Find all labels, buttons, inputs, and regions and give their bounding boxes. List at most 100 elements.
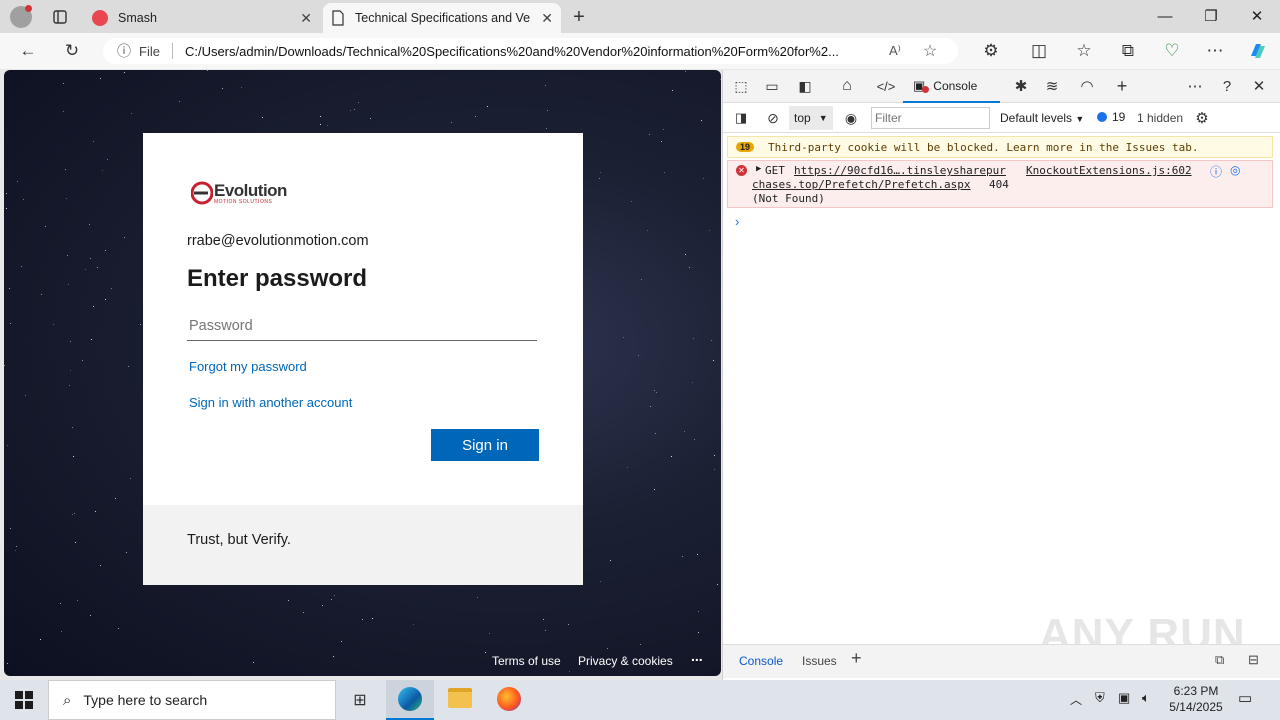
- dock-drawer-icon[interactable]: ⧉: [1215, 652, 1224, 668]
- console-filter-input[interactable]: [871, 107, 990, 129]
- collapse-drawer-icon[interactable]: ⊟: [1248, 652, 1259, 668]
- add-tool-icon[interactable]: +: [1108, 72, 1136, 100]
- restore-icon[interactable]: ❐: [1188, 0, 1234, 32]
- more-options-icon[interactable]: ...: [691, 648, 703, 664]
- live-expression-eye-icon[interactable]: ◉: [837, 104, 865, 132]
- clock[interactable]: 6:23 PM 5/14/2025: [1166, 684, 1226, 714]
- url-text[interactable]: C:/Users/admin/Downloads/Technical%20Spe…: [185, 44, 875, 59]
- console-settings-gear-icon[interactable]: ⚙: [1188, 104, 1216, 132]
- star-decoration: [252, 662, 254, 664]
- password-input[interactable]: [187, 311, 537, 341]
- network-wifi-icon[interactable]: ≋: [1038, 72, 1066, 100]
- info-icon[interactable]: ⓘ: [117, 41, 131, 61]
- volume-icon[interactable]: 🔈︎: [1142, 690, 1150, 706]
- profile-avatar-icon[interactable]: [10, 5, 32, 28]
- device-emulation-icon[interactable]: ▭: [758, 72, 786, 100]
- context-selector[interactable]: top ▼: [789, 106, 833, 130]
- close-tab-icon[interactable]: ✕: [300, 10, 312, 27]
- tab-actions-icon[interactable]: [46, 3, 74, 31]
- star-decoration: [90, 614, 92, 616]
- welcome-home-icon[interactable]: ⌂: [833, 72, 861, 100]
- star-decoration: [544, 84, 546, 86]
- star-decoration: [639, 644, 641, 646]
- performance-icon[interactable]: ◠: [1073, 72, 1101, 100]
- extensions-icon[interactable]: ⚙: [977, 37, 1005, 65]
- drawer-tab-console[interactable]: Console: [739, 654, 783, 668]
- copilot-explain-icon[interactable]: ◎: [1230, 163, 1240, 177]
- taskbar-edge[interactable]: [386, 680, 434, 720]
- close-devtools-icon[interactable]: ✕: [1245, 72, 1273, 100]
- star-decoration: [664, 171, 666, 173]
- log-levels-dropdown[interactable]: Default levels ▼: [1000, 111, 1084, 125]
- error-url-continued[interactable]: chases.top/Prefetch/Prefetch.aspx: [752, 178, 971, 191]
- star-decoration: [640, 278, 642, 280]
- refresh-icon[interactable]: ↻: [58, 37, 86, 65]
- star-decoration: [105, 298, 107, 300]
- elements-icon[interactable]: </>: [872, 72, 900, 100]
- star-decoration: [288, 599, 290, 601]
- privacy-cookies-link[interactable]: Privacy & cookies: [578, 654, 673, 668]
- network-info-icon[interactable]: ⓘ: [1210, 163, 1222, 180]
- task-view-icon[interactable]: ⊞: [346, 686, 374, 714]
- firefox-icon[interactable]: [497, 687, 521, 711]
- star-decoration: [684, 253, 686, 255]
- error-source-link[interactable]: KnockoutExtensions.js:602: [1026, 164, 1192, 177]
- copilot-icon[interactable]: [1244, 37, 1272, 65]
- url-bar[interactable]: ⓘ File C:/Users/admin/Downloads/Technica…: [103, 38, 958, 64]
- star-decoration: [9, 322, 11, 324]
- close-tab-icon[interactable]: ✕: [541, 10, 553, 27]
- close-window-icon[interactable]: ✕: [1234, 0, 1280, 32]
- star-decoration: [484, 652, 486, 654]
- logo-text: Evolution: [214, 180, 287, 200]
- star-decoration: [124, 237, 126, 238]
- help-icon[interactable]: ?: [1213, 72, 1241, 100]
- drawer-tab-issues[interactable]: Issues: [802, 654, 837, 668]
- terms-of-use-link[interactable]: Terms of use: [492, 654, 561, 668]
- issues-counter[interactable]: 19: [1097, 110, 1125, 124]
- network-icon[interactable]: ▣: [1118, 690, 1130, 706]
- sidebar-toggle-icon[interactable]: ◨: [727, 104, 755, 132]
- split-screen-icon[interactable]: ◫: [1025, 37, 1053, 65]
- sources-bug-icon[interactable]: ✱: [1007, 72, 1035, 100]
- star-decoration: [107, 159, 109, 161]
- sign-in-button[interactable]: Sign in: [431, 429, 539, 461]
- dock-side-icon[interactable]: ◧: [791, 72, 819, 100]
- console-prompt-icon[interactable]: ›: [735, 214, 739, 229]
- star-decoration: [653, 488, 655, 490]
- security-icon[interactable]: ⛨: [1095, 690, 1105, 706]
- error-url-link[interactable]: https://90cfd16….tinsleysharepur: [794, 164, 1006, 177]
- star-decoration: [76, 599, 78, 601]
- devtools-more-icon[interactable]: ⋯: [1181, 72, 1209, 100]
- drawer-add-icon[interactable]: +: [851, 648, 862, 669]
- tab-console[interactable]: ▣ Console: [903, 70, 1000, 103]
- another-account-link[interactable]: Sign in with another account: [189, 395, 352, 410]
- tab-smash[interactable]: Smash ✕: [84, 3, 320, 33]
- notifications-icon[interactable]: ▭: [1238, 689, 1252, 707]
- show-hidden-icons-icon[interactable]: ︿: [1070, 691, 1082, 708]
- collections-icon[interactable]: ⧉: [1114, 37, 1142, 65]
- inspect-element-icon[interactable]: ⬚: [727, 72, 755, 100]
- clear-console-icon[interactable]: ⊘: [759, 104, 787, 132]
- webpage-viewport: Evolution MOTION SOLUTIONS rrabe@evoluti…: [4, 70, 721, 676]
- star-decoration: [692, 337, 694, 339]
- favorites-icon[interactable]: ☆: [1070, 37, 1098, 65]
- tab-technical-specs[interactable]: Technical Specifications and Ven ✕: [323, 3, 561, 33]
- tab-label: Console: [933, 78, 978, 93]
- more-menu-icon[interactable]: ⋯: [1201, 37, 1229, 65]
- star-decoration: [646, 230, 648, 232]
- levels-label: Default levels: [1000, 111, 1073, 125]
- expand-arrow-icon[interactable]: ▶: [756, 164, 761, 174]
- file-explorer-icon[interactable]: [448, 688, 472, 708]
- browser-essentials-icon[interactable]: ♡: [1158, 37, 1186, 65]
- star-decoration: [609, 559, 611, 561]
- star-decoration: [41, 293, 43, 295]
- minimize-icon[interactable]: —: [1142, 0, 1188, 32]
- devtools-panel: ⬚ ▭ ◧ ⌂ </> ▣ Console ✱ ≋ ◠ + ⋯ ? ✕ ◨ ⊘ …: [722, 70, 1280, 680]
- start-button[interactable]: [0, 680, 48, 720]
- forgot-password-link[interactable]: Forgot my password: [189, 359, 307, 374]
- read-aloud-icon[interactable]: A⁾: [889, 43, 901, 59]
- favorite-star-icon[interactable]: ☆: [923, 41, 937, 61]
- taskbar-search-box[interactable]: ⌕ Type here to search: [48, 680, 336, 720]
- new-tab-icon[interactable]: +: [565, 3, 593, 31]
- back-icon[interactable]: ←: [14, 37, 42, 65]
